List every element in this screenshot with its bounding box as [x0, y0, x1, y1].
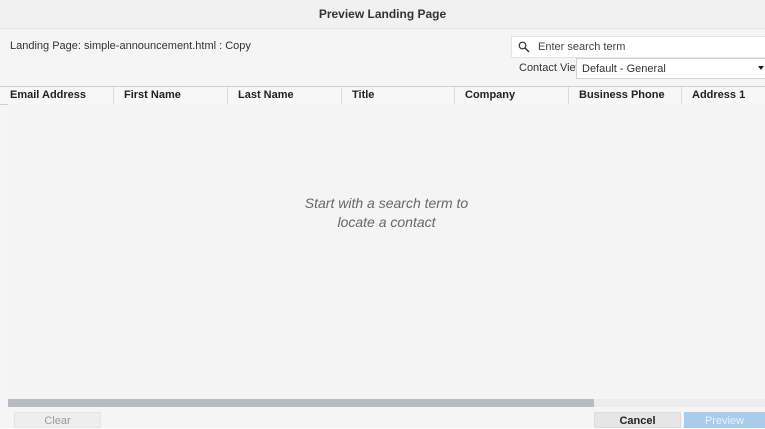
column-first-name[interactable]: First Name	[113, 87, 227, 104]
horizontal-scrollbar[interactable]	[8, 399, 765, 407]
empty-state-message: Start with a search term to locate a con…	[8, 194, 765, 232]
column-last-name[interactable]: Last Name	[227, 87, 341, 104]
dialog-title: Preview Landing Page	[0, 0, 765, 29]
search-box[interactable]	[511, 36, 765, 58]
grid-body: Start with a search term to locate a con…	[8, 104, 765, 399]
contact-view-value: Default - General	[582, 62, 666, 75]
column-company[interactable]: Company	[454, 87, 568, 104]
toolbar: Landing Page: simple-announcement.html :…	[0, 29, 765, 85]
clear-button[interactable]: Clear	[14, 412, 101, 428]
scrollbar-thumb[interactable]	[8, 399, 594, 407]
preview-landing-page-dialog: Preview Landing Page Landing Page: simpl…	[0, 0, 765, 428]
empty-message-line-2: locate a contact	[337, 214, 436, 230]
grid-header: Email Address First Name Last Name Title…	[0, 86, 765, 105]
cancel-button[interactable]: Cancel	[594, 412, 681, 428]
search-icon	[518, 41, 530, 53]
search-input[interactable]	[536, 40, 760, 54]
landing-page-label: Landing Page: simple-announcement.html :…	[10, 40, 251, 52]
column-business-phone[interactable]: Business Phone	[568, 87, 681, 104]
dropdown-caret-icon[interactable]	[758, 66, 764, 70]
contact-view-select[interactable]: Default - General	[576, 58, 765, 79]
column-title[interactable]: Title	[341, 87, 454, 104]
dialog-footer: Clear Cancel Preview	[0, 408, 765, 428]
column-email-address[interactable]: Email Address	[0, 87, 113, 104]
empty-message-line-1: Start with a search term to	[304, 195, 469, 211]
contact-view-label: Contact View	[519, 62, 584, 74]
preview-button[interactable]: Preview	[684, 412, 765, 428]
column-address-1[interactable]: Address 1	[681, 87, 765, 104]
